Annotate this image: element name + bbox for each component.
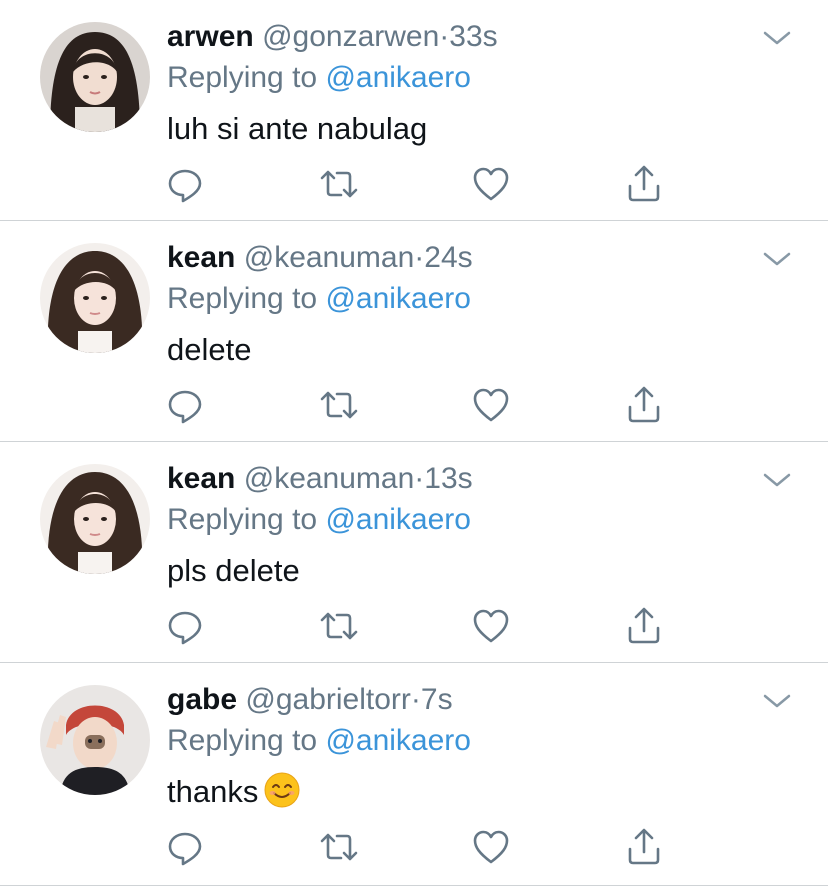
replying-to-line: Replying to @anikaero [167, 280, 471, 318]
avatar-image [40, 243, 150, 353]
tweet-text-container: thanks [167, 772, 300, 812]
display-name[interactable]: arwen [167, 20, 254, 53]
avatar[interactable] [40, 685, 150, 795]
separator-dot: · [439, 20, 450, 53]
smiling-face-emoji-icon [264, 772, 300, 808]
avatar-image [40, 685, 150, 795]
replying-label: Replying to [167, 282, 318, 315]
tweet-actions [0, 606, 828, 646]
timestamp[interactable]: 24s [424, 241, 472, 274]
reply-icon[interactable] [165, 606, 205, 646]
mention-link[interactable]: @anikaero [325, 724, 471, 757]
tweet-actions [0, 385, 828, 425]
tweet-header: kean @keanuman·13s [167, 460, 473, 498]
tweet[interactable]: gabe @gabrieltorr·7s Replying to @anikae… [0, 663, 828, 886]
mention-link[interactable]: @anikaero [325, 61, 471, 94]
avatar[interactable] [40, 22, 150, 132]
separator-dot: · [414, 241, 425, 274]
replying-label: Replying to [167, 503, 318, 536]
heart-icon[interactable] [471, 827, 511, 867]
timestamp[interactable]: 7s [421, 683, 453, 716]
share-icon[interactable] [624, 827, 664, 867]
heart-icon[interactable] [471, 164, 511, 204]
chevron-down-icon[interactable] [762, 470, 792, 490]
display-name[interactable]: gabe [167, 683, 237, 716]
user-handle[interactable]: @gabrieltorr [245, 683, 411, 716]
tweet[interactable]: kean @keanuman·13s Replying to @anikaero… [0, 442, 828, 663]
mention-link[interactable]: @anikaero [325, 282, 471, 315]
retweet-icon[interactable] [319, 827, 359, 867]
retweet-icon[interactable] [319, 385, 359, 425]
tweet-text: delete [167, 332, 252, 367]
replying-to-line: Replying to @anikaero [167, 501, 471, 539]
tweet-text: thanks [167, 774, 259, 809]
reply-icon[interactable] [165, 385, 205, 425]
avatar[interactable] [40, 464, 150, 574]
tweet-text: luh si ante nabulag [167, 111, 428, 146]
heart-icon[interactable] [471, 606, 511, 646]
tweet-header: gabe @gabrieltorr·7s [167, 681, 453, 719]
display-name[interactable]: kean [167, 241, 235, 274]
reply-icon[interactable] [165, 827, 205, 867]
tweet-actions [0, 827, 828, 867]
replying-to-line: Replying to @anikaero [167, 722, 471, 760]
mention-link[interactable]: @anikaero [325, 503, 471, 536]
user-handle[interactable]: @keanuman [244, 241, 415, 274]
tweet[interactable]: arwen @gonzarwen·33s Replying to @anikae… [0, 0, 828, 221]
replying-to-line: Replying to @anikaero [167, 59, 471, 97]
share-icon[interactable] [624, 385, 664, 425]
tweet-header: arwen @gonzarwen·33s [167, 18, 498, 56]
avatar-image [40, 464, 150, 574]
share-icon[interactable] [624, 606, 664, 646]
reply-icon[interactable] [165, 164, 205, 204]
timestamp[interactable]: 33s [449, 20, 497, 53]
chevron-down-icon[interactable] [762, 28, 792, 48]
share-icon[interactable] [624, 164, 664, 204]
tweet[interactable]: kean @keanuman·24s Replying to @anikaero… [0, 221, 828, 442]
retweet-icon[interactable] [319, 606, 359, 646]
tweet-text: pls delete [167, 553, 300, 588]
tweet-header: kean @keanuman·24s [167, 239, 473, 277]
chevron-down-icon[interactable] [762, 691, 792, 711]
heart-icon[interactable] [471, 385, 511, 425]
retweet-icon[interactable] [319, 164, 359, 204]
timestamp[interactable]: 13s [424, 462, 472, 495]
replying-label: Replying to [167, 724, 318, 757]
user-handle[interactable]: @gonzarwen [262, 20, 439, 53]
replying-label: Replying to [167, 61, 318, 94]
avatar[interactable] [40, 243, 150, 353]
separator-dot: · [410, 683, 421, 716]
separator-dot: · [414, 462, 425, 495]
tweet-actions [0, 164, 828, 204]
chevron-down-icon[interactable] [762, 249, 792, 269]
reply-feed: arwen @gonzarwen·33s Replying to @anikae… [0, 0, 828, 886]
user-handle[interactable]: @keanuman [244, 462, 415, 495]
display-name[interactable]: kean [167, 462, 235, 495]
avatar-image [40, 22, 150, 132]
